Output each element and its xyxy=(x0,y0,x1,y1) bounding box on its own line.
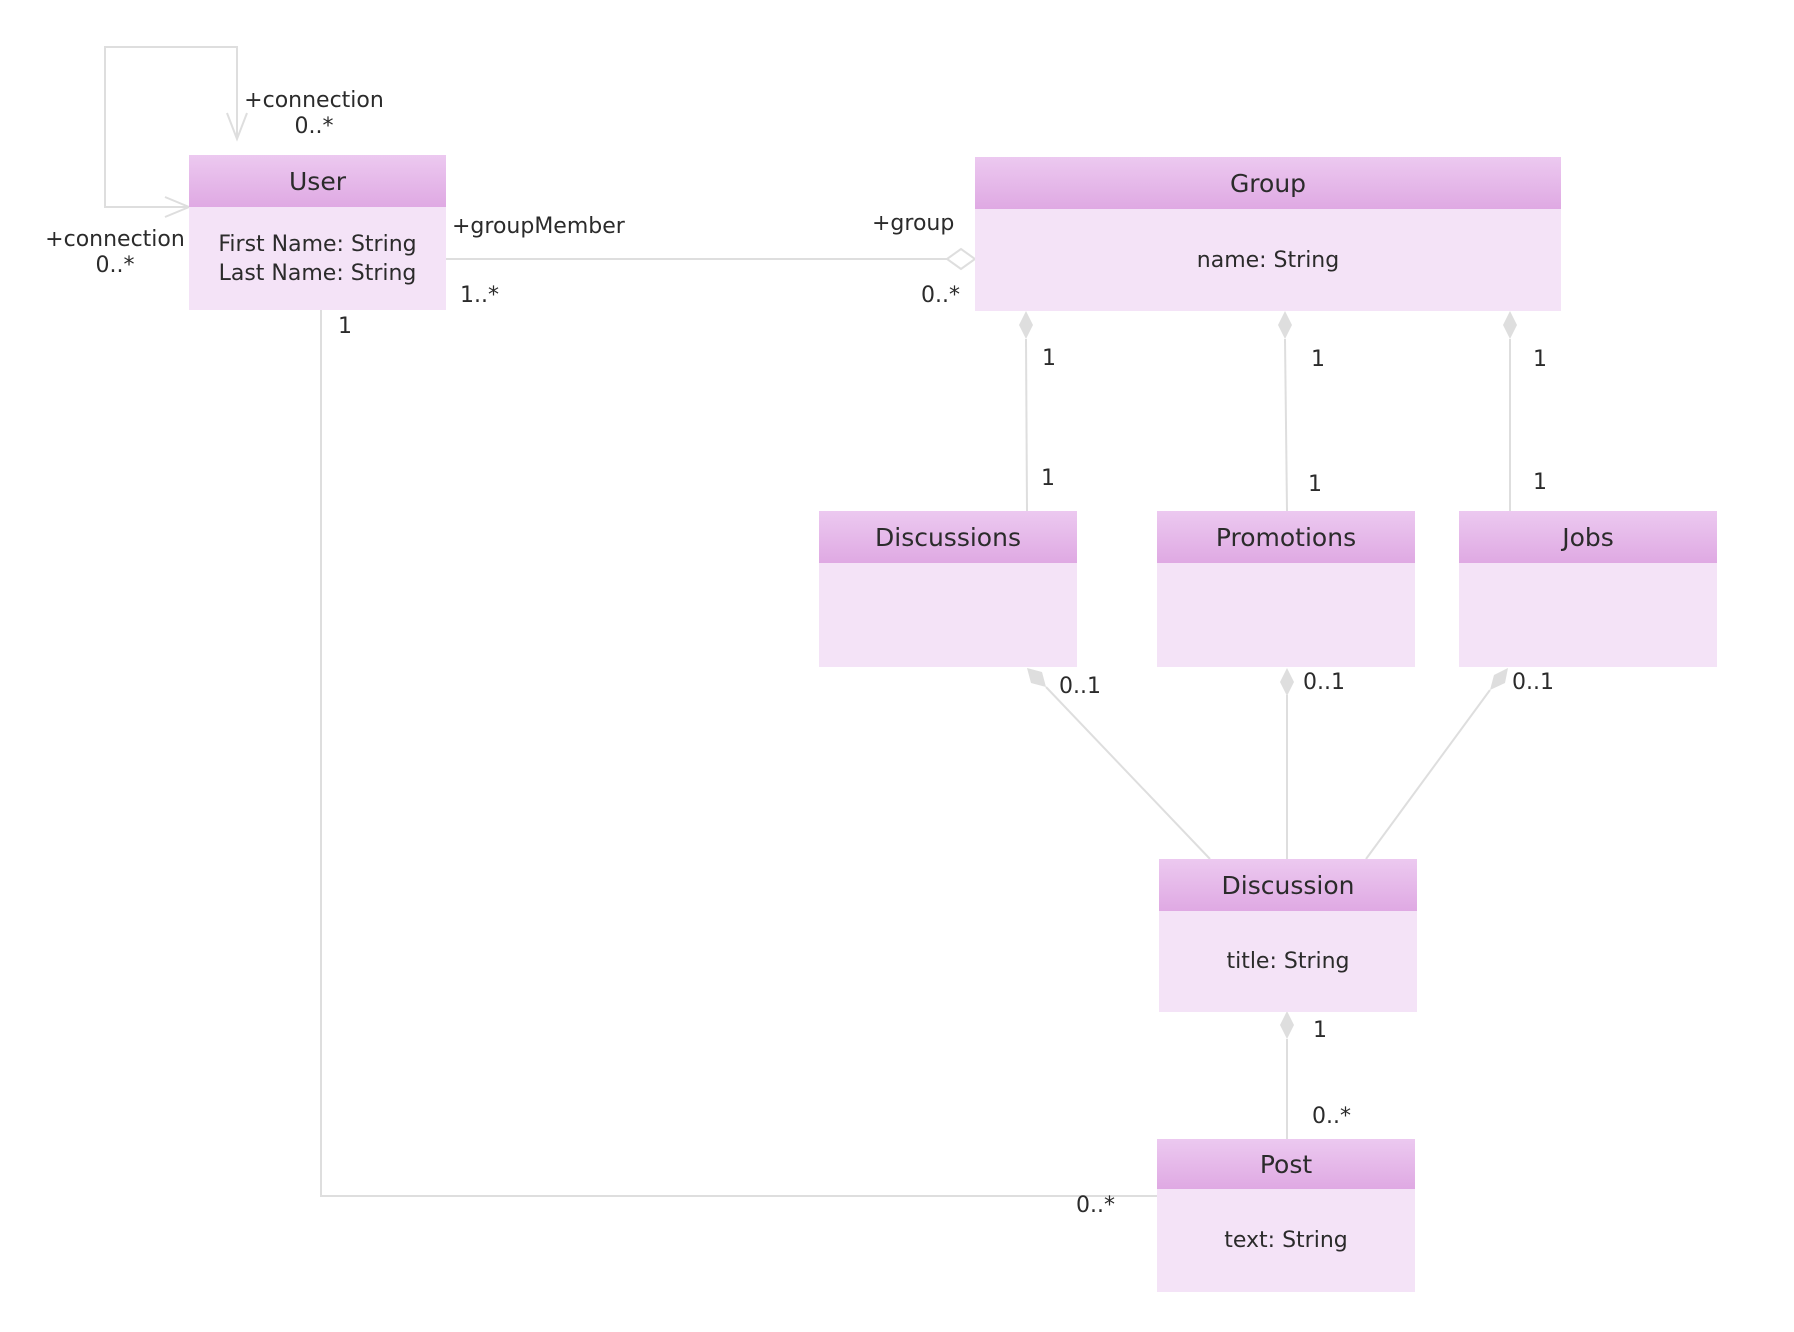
composition-filled-diamond-icon xyxy=(1280,668,1294,696)
multiplicity-label: 0..* xyxy=(1076,1193,1115,1218)
multiplicity-label: 1 xyxy=(1533,347,1547,372)
multiplicity-label: 0..* xyxy=(1312,1104,1351,1129)
discussions-discussion-composition-line[interactable] xyxy=(1045,686,1211,860)
group-promotions-composition-line[interactable] xyxy=(1284,338,1288,512)
role-label: +connection xyxy=(244,88,384,113)
multiplicity-label: 0..* xyxy=(294,114,334,139)
class-group-name: Group xyxy=(975,157,1561,209)
multiplicity-label: 1 xyxy=(338,314,352,339)
multiplicity-label: 1 xyxy=(1041,466,1055,491)
multiplicity-label: 0..* xyxy=(95,253,135,278)
class-discussion-attributes: title: String xyxy=(1159,911,1417,1012)
class-discussions[interactable]: Discussions xyxy=(819,511,1077,667)
user-multiplicity-label: 1..* xyxy=(460,283,499,308)
composition-filled-diamond-icon xyxy=(1027,668,1046,687)
class-post[interactable]: Post text: String xyxy=(1157,1139,1415,1292)
multiplicity-label: 0..1 xyxy=(1512,670,1554,695)
composition-filled-diamond-icon xyxy=(1019,311,1033,339)
attribute: name: String xyxy=(1196,247,1340,273)
class-jobs-name: Jobs xyxy=(1459,511,1717,563)
attribute: title: String xyxy=(1226,949,1350,974)
group-multiplicity-label: 0..* xyxy=(921,283,960,308)
class-promotions-attributes xyxy=(1157,563,1415,667)
class-discussions-attributes xyxy=(819,563,1077,667)
class-jobs-attributes xyxy=(1459,563,1717,667)
self-connection-end-b: +connection 0..* xyxy=(40,227,190,279)
composition-filled-diamond-icon xyxy=(1280,1011,1294,1039)
multiplicity-label: 0..1 xyxy=(1303,670,1345,695)
multiplicity-label: 0..1 xyxy=(1059,674,1101,699)
class-discussion[interactable]: Discussion title: String xyxy=(1159,859,1417,1012)
group-discussions-composition-line[interactable] xyxy=(1025,338,1028,512)
composition-filled-diamond-icon xyxy=(1490,668,1508,690)
group-role-label: +group xyxy=(872,211,955,236)
class-user[interactable]: User First Name: String Last Name: Strin… xyxy=(189,155,446,310)
class-promotions-name: Promotions xyxy=(1157,511,1415,563)
jobs-discussion-composition-line[interactable] xyxy=(1365,689,1491,860)
class-user-name: User xyxy=(189,155,446,207)
composition-filled-diamond-icon xyxy=(1278,311,1292,339)
multiplicity-label: 1 xyxy=(1311,347,1325,372)
aggregation-hollow-diamond-icon xyxy=(945,247,977,271)
composition-filled-diamond-icon xyxy=(1503,311,1517,339)
uml-diagram-canvas: User First Name: String Last Name: Strin… xyxy=(0,0,1794,1332)
class-discussions-name: Discussions xyxy=(819,511,1077,563)
class-user-attributes: First Name: String Last Name: String xyxy=(189,207,446,310)
user-role-label: +groupMember xyxy=(452,214,625,239)
class-group-attributes: name: String xyxy=(975,209,1561,311)
class-post-name: Post xyxy=(1157,1139,1415,1189)
multiplicity-label: 1 xyxy=(1308,472,1322,497)
class-promotions[interactable]: Promotions xyxy=(1157,511,1415,667)
class-jobs[interactable]: Jobs xyxy=(1459,511,1717,667)
user-post-association-line[interactable] xyxy=(320,310,1157,1197)
attribute: First Name: String xyxy=(218,231,417,257)
self-connection-end-a: +connection 0..* xyxy=(236,88,392,140)
multiplicity-label: 1 xyxy=(1533,470,1547,495)
attribute: Last Name: String xyxy=(218,260,417,286)
attribute: text: String xyxy=(1224,1228,1348,1253)
multiplicity-label: 1 xyxy=(1042,346,1056,371)
class-discussion-name: Discussion xyxy=(1159,859,1417,911)
class-post-attributes: text: String xyxy=(1157,1189,1415,1292)
multiplicity-label: 1 xyxy=(1313,1018,1327,1043)
class-group[interactable]: Group name: String xyxy=(975,157,1561,311)
role-label: +connection xyxy=(45,227,185,252)
